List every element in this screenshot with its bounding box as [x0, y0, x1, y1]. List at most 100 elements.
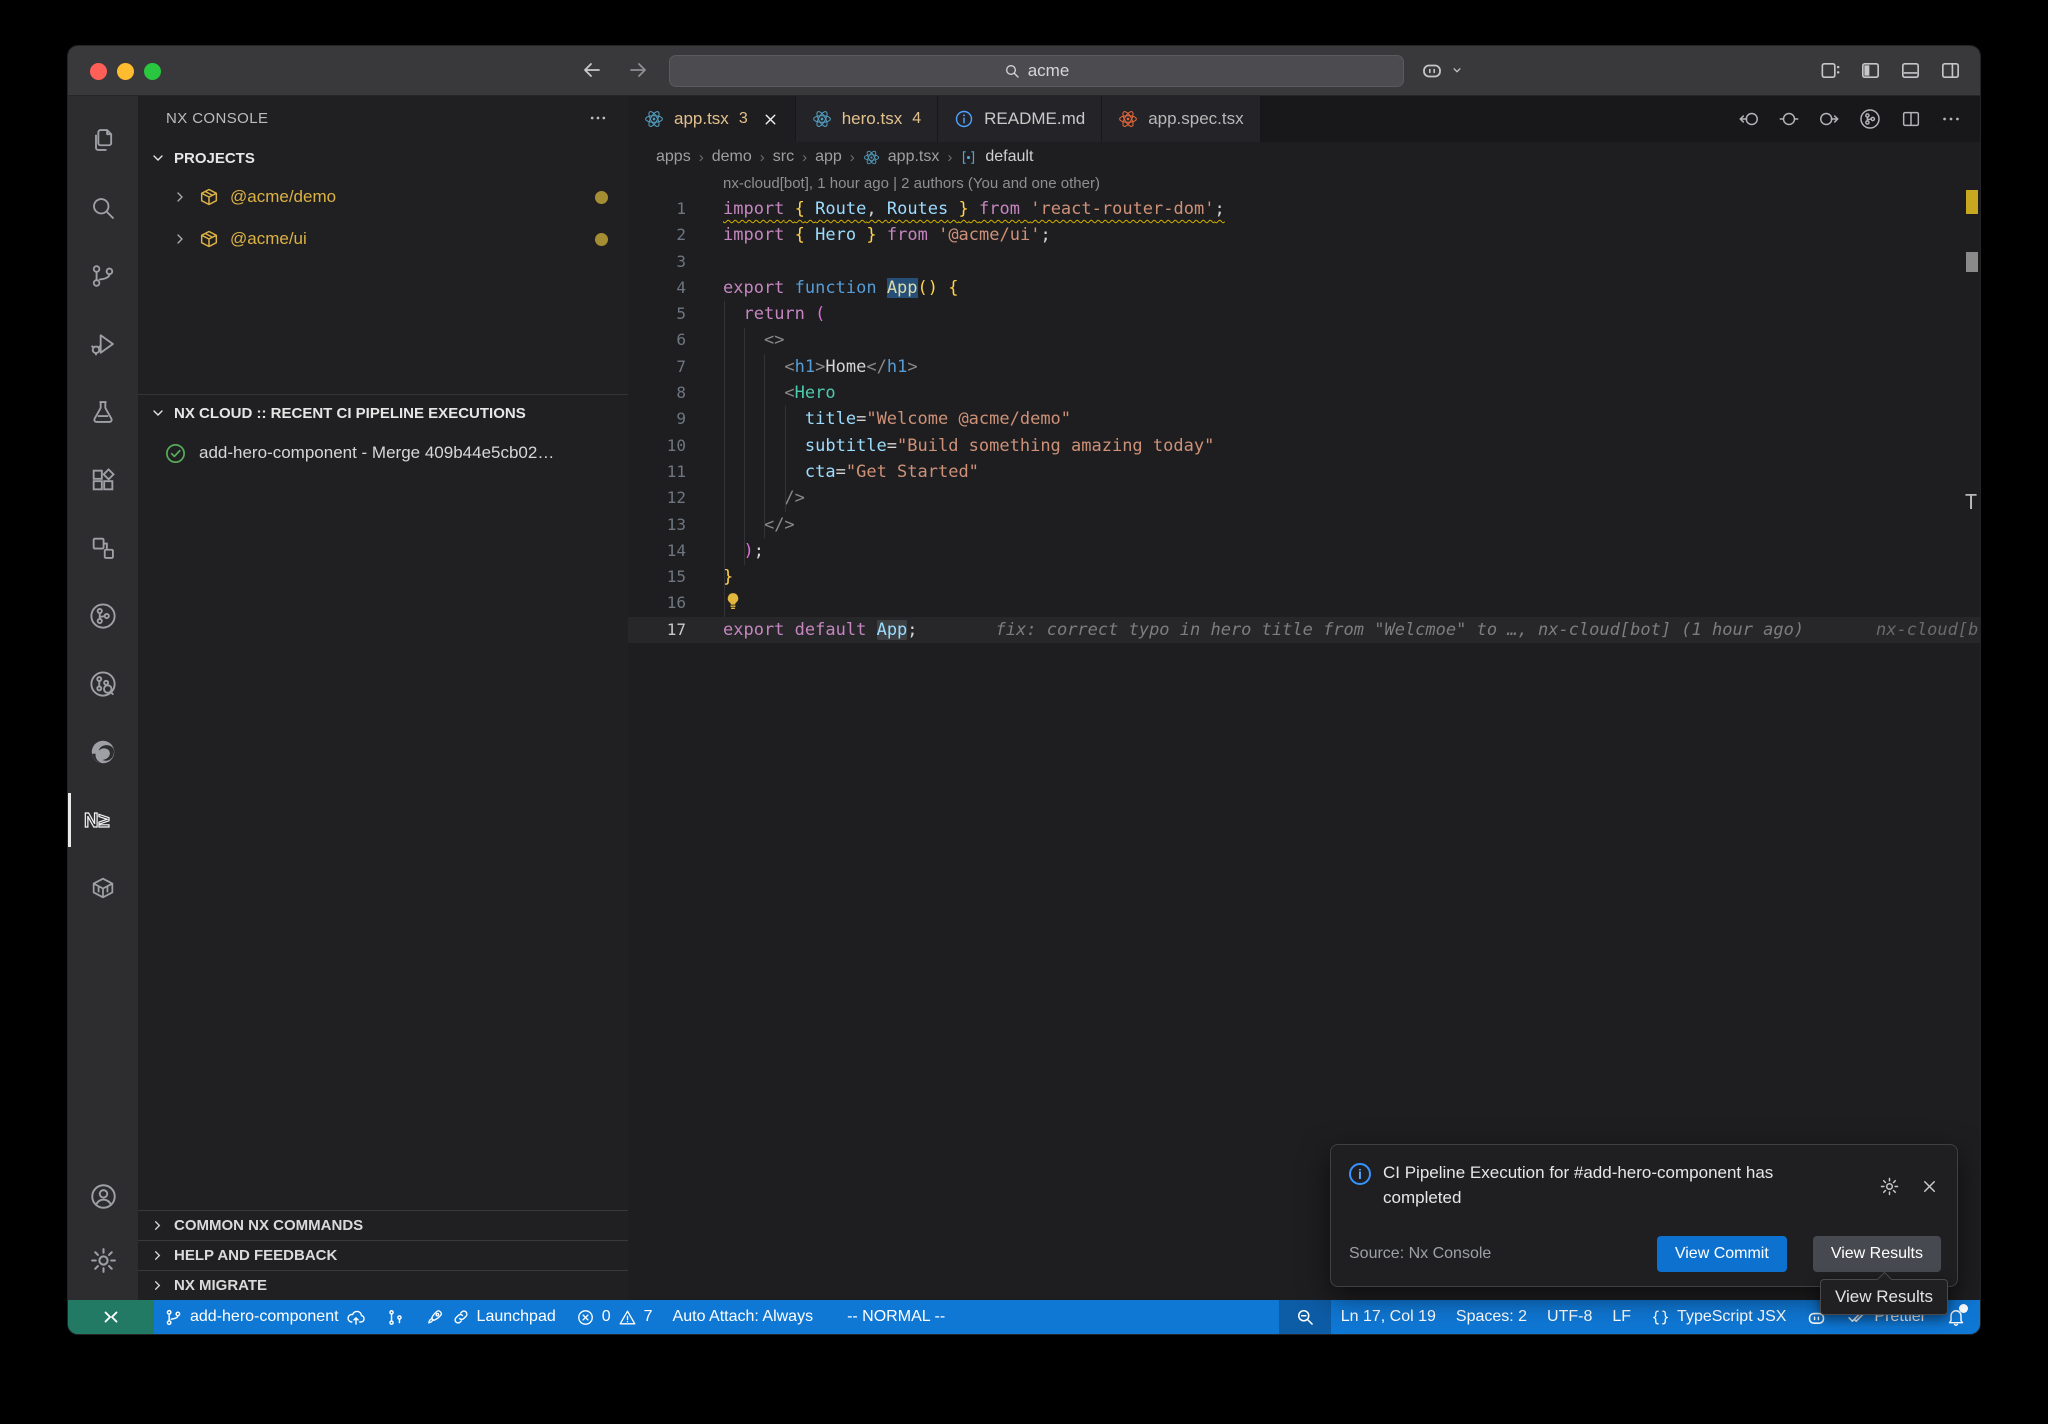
- section-label: NX MIGRATE: [174, 1277, 267, 1294]
- eol-status[interactable]: LF: [1602, 1300, 1641, 1334]
- sidebar-item-extensions[interactable]: [68, 446, 138, 514]
- branch-status[interactable]: add-hero-component: [154, 1300, 376, 1334]
- customize-layout-icon[interactable]: [1819, 59, 1842, 82]
- code-line: 9 title="Welcome @acme/demo": [628, 406, 1980, 432]
- line-number: 17: [628, 617, 686, 643]
- remote-indicator[interactable]: [68, 1300, 154, 1334]
- code-line: 12 />: [628, 485, 1980, 511]
- language-mode-status[interactable]: TypeScript JSX: [1641, 1300, 1796, 1334]
- vscode-window: acme: [68, 46, 1980, 1334]
- toggle-secondary-sidebar-icon[interactable]: [1939, 59, 1962, 82]
- line-content: title="Welcome @acme/demo": [686, 406, 1980, 432]
- tab-label: app.tsx: [674, 109, 729, 129]
- line-number: 14: [628, 538, 686, 564]
- close-window-button[interactable]: [90, 63, 107, 80]
- navigate-forward-icon[interactable]: [626, 58, 650, 82]
- sidebar-item-gitlens[interactable]: [68, 582, 138, 650]
- chevron-right-icon: [150, 1248, 165, 1263]
- line-number: 15: [628, 564, 686, 590]
- branch-name: add-hero-component: [190, 1308, 339, 1326]
- breadcrumb-item[interactable]: app: [815, 148, 842, 166]
- code-line: 17nx-cloud[bexport default App;fix: corr…: [628, 617, 1980, 643]
- notification-settings-icon[interactable]: [1879, 1163, 1900, 1210]
- zoom-window-button[interactable]: [144, 63, 161, 80]
- sidebar-item-run-debug[interactable]: [68, 310, 138, 378]
- breadcrumb-item[interactable]: demo: [712, 148, 752, 166]
- section-nx-cloud[interactable]: NX CLOUD :: RECENT CI PIPELINE EXECUTION…: [138, 395, 628, 431]
- link-icon: [452, 1308, 470, 1326]
- sidebar-item-references[interactable]: [68, 514, 138, 582]
- info-icon: i: [1349, 1163, 1371, 1185]
- settings-button[interactable]: [68, 1228, 138, 1292]
- project-item-acme-ui[interactable]: @acme/ui: [138, 218, 628, 260]
- previous-change-icon[interactable]: [1738, 108, 1760, 130]
- section-projects[interactable]: PROJECTS: [138, 140, 628, 176]
- auto-attach-status[interactable]: Auto Attach: Always: [663, 1300, 824, 1334]
- info-icon: [954, 109, 974, 129]
- pipeline-execution-item[interactable]: add-hero-component - Merge 409b44e5cb02…: [138, 431, 628, 475]
- sidebar: NX CONSOLE PROJECTS @acme/demo @acme/ui: [138, 96, 628, 1300]
- code-line: 11 cta="Get Started": [628, 459, 1980, 485]
- desktop: acme: [0, 0, 2048, 1424]
- next-change-icon[interactable]: [1818, 108, 1840, 130]
- sidebar-item-nx-console[interactable]: N≥: [68, 786, 138, 854]
- tab-readme-md[interactable]: README.md: [938, 96, 1101, 142]
- copilot-menu[interactable]: [1420, 58, 1464, 82]
- tab-hero-tsx[interactable]: hero.tsx 4: [796, 96, 937, 142]
- breadcrumb-item[interactable]: apps: [656, 148, 691, 166]
- breadcrumb-item[interactable]: app.tsx: [888, 148, 940, 166]
- indentation-status[interactable]: Spaces: 2: [1446, 1300, 1537, 1334]
- breadcrumb-item[interactable]: src: [773, 148, 794, 166]
- more-actions-icon[interactable]: [1940, 108, 1962, 130]
- code-line: 14 );: [628, 538, 1980, 564]
- line-number: 3: [628, 249, 686, 275]
- navigate-back-icon[interactable]: [580, 58, 604, 82]
- project-label: @acme/ui: [230, 229, 307, 249]
- eol-label: LF: [1612, 1308, 1631, 1326]
- launchpad-button[interactable]: Launchpad: [415, 1300, 566, 1334]
- section-common-nx-commands[interactable]: COMMON NX COMMANDS: [138, 1210, 628, 1240]
- source-control-icon: [89, 262, 117, 290]
- code-line: 2import { Hero } from '@acme/ui';: [628, 222, 1980, 248]
- sidebar-item-gitlens-inspect[interactable]: [68, 650, 138, 718]
- sidebar-item-search[interactable]: [68, 174, 138, 242]
- project-item-acme-demo[interactable]: @acme/demo: [138, 176, 628, 218]
- command-center-search[interactable]: acme: [669, 55, 1404, 87]
- window-controls: [90, 63, 161, 80]
- package-icon: [198, 228, 220, 250]
- line-content: </>: [686, 512, 1980, 538]
- zoom-status[interactable]: [1279, 1300, 1331, 1334]
- problems-status[interactable]: 0 7: [566, 1300, 663, 1334]
- close-icon[interactable]: [1920, 1163, 1939, 1210]
- section-help-feedback[interactable]: HELP AND FEEDBACK: [138, 1240, 628, 1270]
- view-results-button[interactable]: View Results: [1813, 1236, 1941, 1272]
- close-icon[interactable]: [762, 111, 779, 128]
- language-label: TypeScript JSX: [1677, 1308, 1786, 1326]
- toggle-panel-icon[interactable]: [1899, 59, 1922, 82]
- commit-graph-button[interactable]: [376, 1300, 415, 1334]
- vim-mode-status[interactable]: -- NORMAL --: [837, 1300, 955, 1334]
- current-change-icon[interactable]: [1778, 108, 1800, 130]
- split-editor-icon[interactable]: [1900, 108, 1922, 130]
- tab-app-tsx[interactable]: app.tsx 3: [628, 96, 795, 142]
- accounts-button[interactable]: [68, 1164, 138, 1228]
- more-actions-icon[interactable]: [588, 108, 608, 128]
- sidebar-item-testing[interactable]: [68, 378, 138, 446]
- sidebar-item-containers[interactable]: [68, 854, 138, 922]
- sidebar-item-explorer[interactable]: [68, 106, 138, 174]
- sidebar-item-source-control[interactable]: [68, 242, 138, 310]
- tab-label: app.spec.tsx: [1148, 109, 1243, 129]
- section-nx-migrate[interactable]: NX MIGRATE: [138, 1270, 628, 1300]
- toggle-primary-sidebar-icon[interactable]: [1859, 59, 1882, 82]
- vim-mode-label: -- NORMAL --: [847, 1308, 945, 1326]
- tab-app-spec-tsx[interactable]: app.spec.tsx: [1102, 96, 1259, 142]
- lightbulb-icon[interactable]: [723, 591, 743, 611]
- breadcrumb-item[interactable]: default: [985, 148, 1033, 166]
- gitlens-graph-icon[interactable]: [1858, 107, 1882, 131]
- cursor-position-status[interactable]: Ln 17, Col 19: [1331, 1300, 1446, 1334]
- sidebar-item-edge-browser[interactable]: [68, 718, 138, 786]
- code-editor[interactable]: nx-cloud[bot], 1 hour ago | 2 authors (Y…: [628, 172, 1980, 1300]
- view-commit-button[interactable]: View Commit: [1657, 1236, 1787, 1272]
- encoding-status[interactable]: UTF-8: [1537, 1300, 1602, 1334]
- minimize-window-button[interactable]: [117, 63, 134, 80]
